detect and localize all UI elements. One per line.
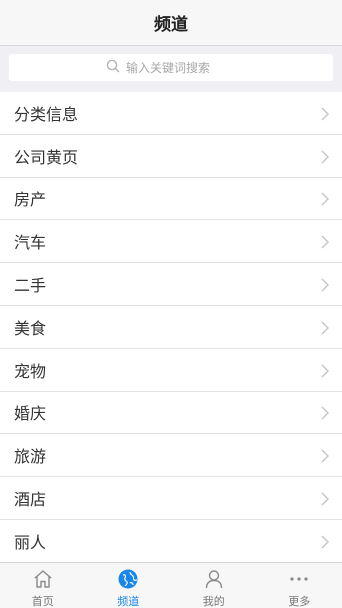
chevron-right-icon: [321, 320, 329, 339]
chevron-right-icon: [321, 363, 329, 382]
chevron-right-icon: [321, 191, 329, 210]
tab-home[interactable]: 首页: [0, 563, 86, 608]
header-bar: 频道: [0, 0, 342, 46]
list-item-label: 丽人: [14, 532, 47, 552]
list-item-label: 房产: [14, 190, 47, 210]
chevron-right-icon: [321, 534, 329, 553]
home-icon: [31, 568, 55, 590]
tab-label: 我的: [202, 595, 225, 608]
chevron-right-icon: [321, 149, 329, 168]
chevron-right-icon: [321, 448, 329, 467]
chevron-right-icon: [321, 491, 329, 510]
more-icon: [287, 568, 311, 590]
globe-icon: [116, 568, 140, 590]
list-item[interactable]: 美食: [0, 305, 342, 349]
tab-mine[interactable]: 我的: [171, 563, 257, 608]
list-item-label: 旅游: [14, 447, 47, 467]
list-item-label: 分类信息: [14, 104, 79, 124]
list-item[interactable]: 婚庆: [0, 391, 342, 435]
list-item[interactable]: 酒店: [0, 477, 342, 520]
list-item[interactable]: 分类信息: [0, 92, 342, 135]
list-item[interactable]: 丽人: [0, 519, 342, 563]
search-bar: [0, 46, 342, 91]
channel-list: 分类信息 公司黄页 房产 汽车 二手 美食 宠物 婚庆 旅游 酒店 丽人: [0, 92, 342, 563]
list-item-label: 宠物: [14, 361, 47, 381]
list-item-label: 汽车: [14, 233, 47, 253]
list-item[interactable]: 二手: [0, 263, 342, 306]
list-item-label: 二手: [14, 276, 47, 296]
tab-label: 更多: [288, 595, 311, 608]
bottom-tab-bar: 首页 频道 我的 更多: [0, 562, 342, 608]
tab-label: 频道: [117, 595, 140, 608]
list-item-label: 公司黄页: [14, 147, 79, 167]
search-icon: [106, 58, 120, 77]
list-item[interactable]: 旅游: [0, 434, 342, 478]
user-icon: [202, 568, 226, 590]
list-item[interactable]: 公司黄页: [0, 134, 342, 178]
search-box[interactable]: [9, 54, 333, 81]
list-item-label: 酒店: [14, 490, 47, 510]
chevron-right-icon: [321, 405, 329, 424]
chevron-right-icon: [321, 234, 329, 253]
list-item-label: 美食: [14, 318, 47, 338]
tab-label: 首页: [31, 595, 54, 608]
list-item[interactable]: 房产: [0, 177, 342, 221]
page-title: 频道: [154, 15, 188, 35]
list-item-label: 婚庆: [14, 404, 47, 424]
tab-channel[interactable]: 频道: [86, 563, 172, 608]
chevron-right-icon: [321, 106, 329, 125]
search-input[interactable]: [126, 60, 236, 75]
tab-more[interactable]: 更多: [257, 563, 342, 608]
chevron-right-icon: [321, 277, 329, 296]
list-item[interactable]: 汽车: [0, 220, 342, 264]
list-item[interactable]: 宠物: [0, 348, 342, 392]
